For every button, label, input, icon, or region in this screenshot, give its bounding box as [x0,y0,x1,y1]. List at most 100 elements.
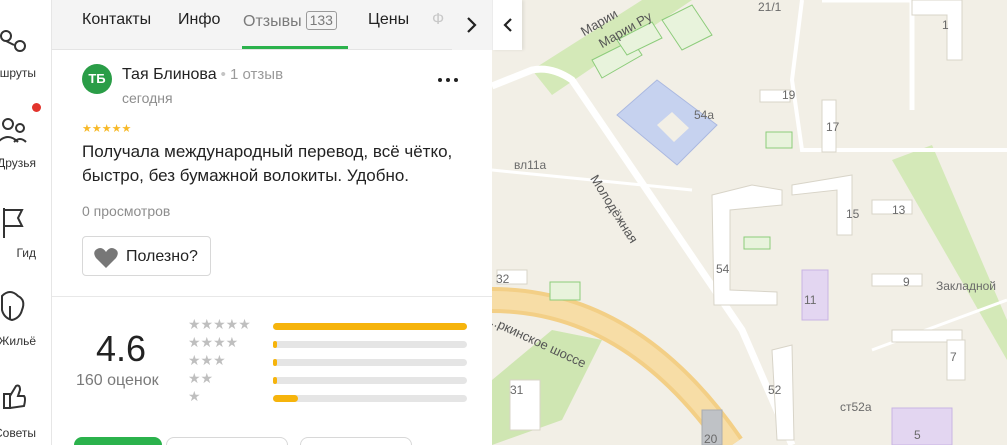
map-label: Закладной [936,279,996,293]
review-text: Получала международный перевод, всё чётк… [82,142,453,185]
rating-row-stars: ★★★ [188,352,226,368]
rating-count: 160 оценок [76,372,159,389]
tab-reviews-label: Отзывы [243,13,302,30]
chevron-left-icon [503,18,512,32]
tertiary-action-button[interactable] [300,437,412,445]
map-label: 54а [694,108,715,122]
nav-label-friends: Друзья [0,156,36,170]
author-name: Тая Блинова [122,66,217,83]
rating-bar-track [273,323,467,330]
building-icon [0,291,25,322]
map-label: 5 [914,428,921,442]
useful-label: Полезно? [126,248,198,265]
review-date: сегодня [122,90,173,106]
review-stars: ★★★★★ [82,123,132,135]
map-label: 21/1 [758,0,782,14]
park-strip [892,145,1007,360]
nav-item-routes[interactable]: Маршруты [0,0,51,80]
nav-item-friends[interactable]: Друзья [0,86,51,170]
sports-field [765,131,793,149]
map-label: 20 [704,432,718,445]
flag-icon [3,208,24,238]
rating-row-3: ★★★ [188,352,468,371]
rating-bar-fill [273,323,467,330]
tab-contacts[interactable]: Контакты [82,11,151,29]
rating-bar-track [273,359,467,366]
building [911,0,963,61]
road [822,0,915,110]
map-label: 31 [510,383,524,397]
rating-row-2: ★★ [188,370,468,389]
nav-item-housing[interactable]: Жильё [0,262,51,348]
nav-label-housing: Жильё [0,334,36,348]
dot-icon [438,78,442,82]
nav-label-guide: Гид [16,246,36,260]
map-label: 52 [768,383,782,397]
left-nav-rail: Маршруты Друзья Гид Жильё Советы [0,0,52,445]
rating-summary: 4.6 160 оценок ★★★★★ ★★★★ ★★★ ★★ ★ [52,298,492,428]
dot-icon [446,78,450,82]
collapse-panel-button[interactable] [492,0,522,50]
map-label: 9 [903,275,910,289]
rating-row-5: ★★★★★ [188,316,468,335]
rating-bar-fill [273,395,299,402]
tabs-scroll-right-button[interactable] [452,0,492,50]
nav-item-guide[interactable]: Гид [0,176,51,260]
heart-icon [94,248,118,268]
map-label: 15 [846,207,860,221]
review-author[interactable]: Тая Блинова1 отзыв [122,66,283,84]
review-card: ТБ Тая Блинова1 отзыв сегодня ★★★★★ Полу… [52,50,492,297]
useful-button[interactable]: Полезно? [82,236,211,276]
map-label: ст52а [840,400,872,414]
tab-reviews[interactable]: Отзывы 133 [243,11,337,31]
sports-field [549,281,581,301]
rating-row-stars: ★ [188,388,201,404]
map-label: 54 [716,262,730,276]
map-label: 1 [942,18,949,32]
avatar[interactable]: ТБ [82,64,112,94]
rating-bar-fill [273,377,277,384]
rating-row-4: ★★★★ [188,334,468,353]
rating-value: 4.6 [96,328,147,369]
primary-action-button[interactable] [74,437,162,445]
map-canvas [492,0,1007,445]
dot-icon [454,78,458,82]
map-label: вл11а [514,158,547,172]
rating-bar-fill [273,341,277,348]
author-review-count: 1 отзыв [221,66,283,83]
rating-row-1: ★ [188,388,468,407]
tab-prices[interactable]: Цены [368,11,409,29]
map-label: 7 [950,350,957,364]
tab-bar: Контакты Инфо Отзывы 133 Цены Ф [52,0,492,50]
building [871,273,923,287]
map-label: 17 [826,120,840,134]
rating-bar-track [273,341,467,348]
bottom-actions [74,437,492,445]
tab-truncated[interactable]: Ф [432,11,444,29]
review-views: 0 просмотров [82,203,171,219]
nav-label-routes: Маршруты [0,66,36,80]
friends-icon [0,118,27,143]
building-highlight [891,407,953,445]
map-label: 19 [782,88,796,102]
tab-info[interactable]: Инфо [178,11,220,29]
nav-item-tips[interactable]: Советы [0,360,51,440]
building [791,174,853,236]
reviews-count-badge: 133 [305,11,337,30]
rating-row-stars: ★★ [188,370,214,386]
more-options-button[interactable] [434,68,462,92]
map-label: 32 [496,272,510,286]
rating-row-stars: ★★★★ [188,334,239,350]
active-tab-indicator [242,46,348,49]
rating-bar-track [273,377,467,384]
rating-bar-track [273,395,467,402]
place-panel: Контакты Инфо Отзывы 133 Цены Ф ТБ Тая Бл… [52,0,492,445]
rating-row-stars: ★★★★★ [188,316,251,332]
notification-badge [32,103,41,112]
secondary-action-button[interactable] [166,437,288,445]
map-label: 11 [804,293,817,307]
map-label: 13 [892,203,906,217]
chevron-right-icon [467,17,477,33]
nav-label-tips: Советы [0,426,36,440]
map-view[interactable]: 21/1 1 54а 19 17 вл11а 15 13 54 9 11 Зак… [492,0,1007,445]
